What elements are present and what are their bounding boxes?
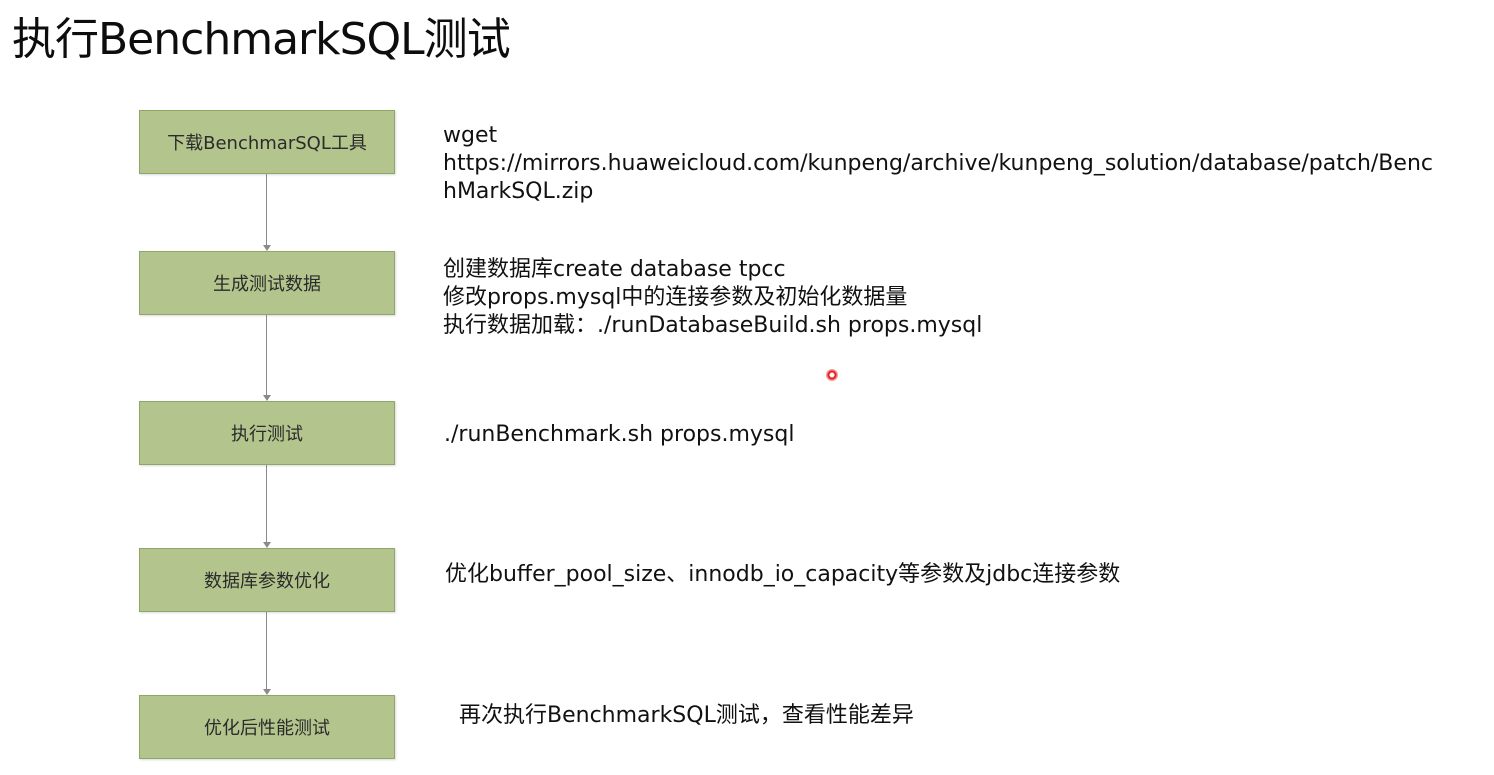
- step-box-generate-data: 生成测试数据: [139, 251, 395, 315]
- connector-line: [266, 465, 267, 542]
- arrow-down-icon: [263, 245, 271, 251]
- step-description-tune: 优化buffer_pool_size、innodb_io_capacity等参数…: [445, 561, 1120, 589]
- description-line: ./runBenchmark.sh props.mysql: [444, 422, 795, 447]
- step-description-retest: 再次执行BenchmarkSQL测试，查看性能差异: [459, 702, 914, 730]
- connector-line: [266, 612, 267, 689]
- laser-pointer-icon: [826, 369, 838, 381]
- step-description-run: ./runBenchmark.sh props.mysql: [444, 421, 794, 449]
- description-line: wget: [443, 123, 498, 148]
- description-line: 优化buffer_pool_size、innodb_io_capacity等参数…: [445, 562, 1121, 587]
- arrow-down-icon: [263, 395, 271, 401]
- connector-line: [266, 174, 267, 245]
- step-description-generate: 创建数据库create database tpcc 修改props.mysql中…: [443, 256, 982, 340]
- description-line: 修改props.mysql中的连接参数及初始化数据量: [443, 285, 908, 310]
- download-url-line: hMarkSQL.zip: [443, 179, 594, 204]
- step-description-download: wget https://mirrors.huaweicloud.com/kun…: [443, 122, 1433, 206]
- step-box-download-tool: 下载BenchmarSQL工具: [139, 110, 395, 174]
- description-line: 再次执行BenchmarkSQL测试，查看性能差异: [459, 703, 914, 728]
- step-box-retest: 优化后性能测试: [139, 695, 395, 759]
- step-box-run-test: 执行测试: [139, 401, 395, 465]
- arrow-down-icon: [263, 542, 271, 548]
- description-line: 执行数据加载：./runDatabaseBuild.sh props.mysql: [443, 313, 983, 338]
- description-line: 创建数据库create database tpcc: [443, 257, 786, 282]
- page-title: 执行BenchmarkSQL测试: [12, 14, 511, 65]
- step-box-tune-params: 数据库参数优化: [139, 548, 395, 612]
- download-url-line: https://mirrors.huaweicloud.com/kunpeng/…: [443, 151, 1433, 176]
- arrow-down-icon: [263, 689, 271, 695]
- connector-line: [266, 315, 267, 395]
